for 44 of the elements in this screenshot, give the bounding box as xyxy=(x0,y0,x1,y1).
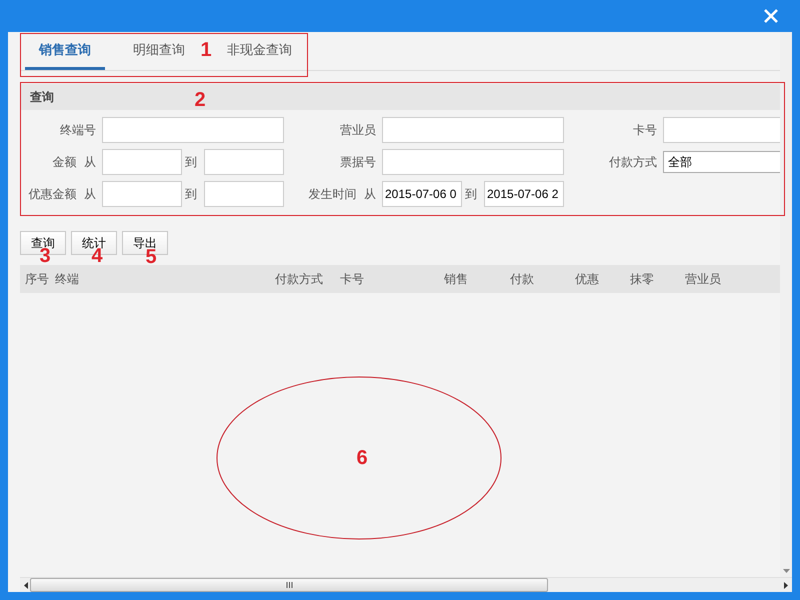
tab[interactable]: 非现金查询 xyxy=(213,33,306,70)
down-arrow-icon xyxy=(782,569,790,573)
column-header[interactable]: 优惠 xyxy=(575,270,599,288)
input-field[interactable] xyxy=(204,149,284,175)
payment-select[interactable]: 全部 xyxy=(663,151,780,173)
right-arrow-icon xyxy=(784,582,788,588)
input-field[interactable] xyxy=(102,181,182,207)
input-field[interactable]: 2015-07-06 2 xyxy=(484,181,564,207)
left-arrow-icon xyxy=(24,582,28,588)
input-field[interactable] xyxy=(663,117,780,143)
range-label: 到 xyxy=(465,186,478,202)
column-header[interactable]: 付款方式 xyxy=(275,270,323,288)
input-field[interactable]: 2015-07-06 0 xyxy=(382,181,462,207)
input-field[interactable] xyxy=(382,117,564,143)
field-label: 付款方式 xyxy=(609,154,657,170)
input-field[interactable] xyxy=(382,149,564,175)
range-label: 到 xyxy=(185,186,198,202)
close-icon xyxy=(764,9,778,23)
tab[interactable]: 明细查询 xyxy=(119,33,199,70)
field-label: 发生时间 从 xyxy=(308,186,376,202)
column-header[interactable]: 付款 xyxy=(510,270,534,288)
column-header[interactable]: 序号 xyxy=(25,270,49,288)
input-field[interactable] xyxy=(102,117,284,143)
annotation-number: 2 xyxy=(194,90,206,110)
column-header[interactable]: 销售 xyxy=(444,270,468,288)
annotation-number: 6 xyxy=(356,448,368,468)
scroll-thumb[interactable] xyxy=(30,578,548,592)
input-field[interactable] xyxy=(204,181,284,207)
input-field[interactable] xyxy=(102,149,182,175)
column-header[interactable]: 抹零 xyxy=(630,270,654,288)
annotation-number: 1 xyxy=(200,40,212,60)
tab[interactable]: 销售查询 xyxy=(25,33,105,70)
horizontal-scrollbar[interactable] xyxy=(20,577,792,592)
column-header[interactable]: 卡号 xyxy=(340,270,364,288)
field-label: 终端号 xyxy=(60,122,96,138)
grip-icon xyxy=(286,582,292,588)
range-label: 到 xyxy=(185,154,198,170)
column-header[interactable]: 营业员 xyxy=(685,270,721,288)
field-label: 卡号 xyxy=(633,122,657,138)
field-label: 优惠金额 从 xyxy=(28,186,96,202)
field-label: 营业员 xyxy=(340,122,376,138)
field-label: 金额 从 xyxy=(52,154,96,170)
column-header[interactable]: 终端 xyxy=(55,270,79,288)
field-label: 票据号 xyxy=(340,154,376,170)
